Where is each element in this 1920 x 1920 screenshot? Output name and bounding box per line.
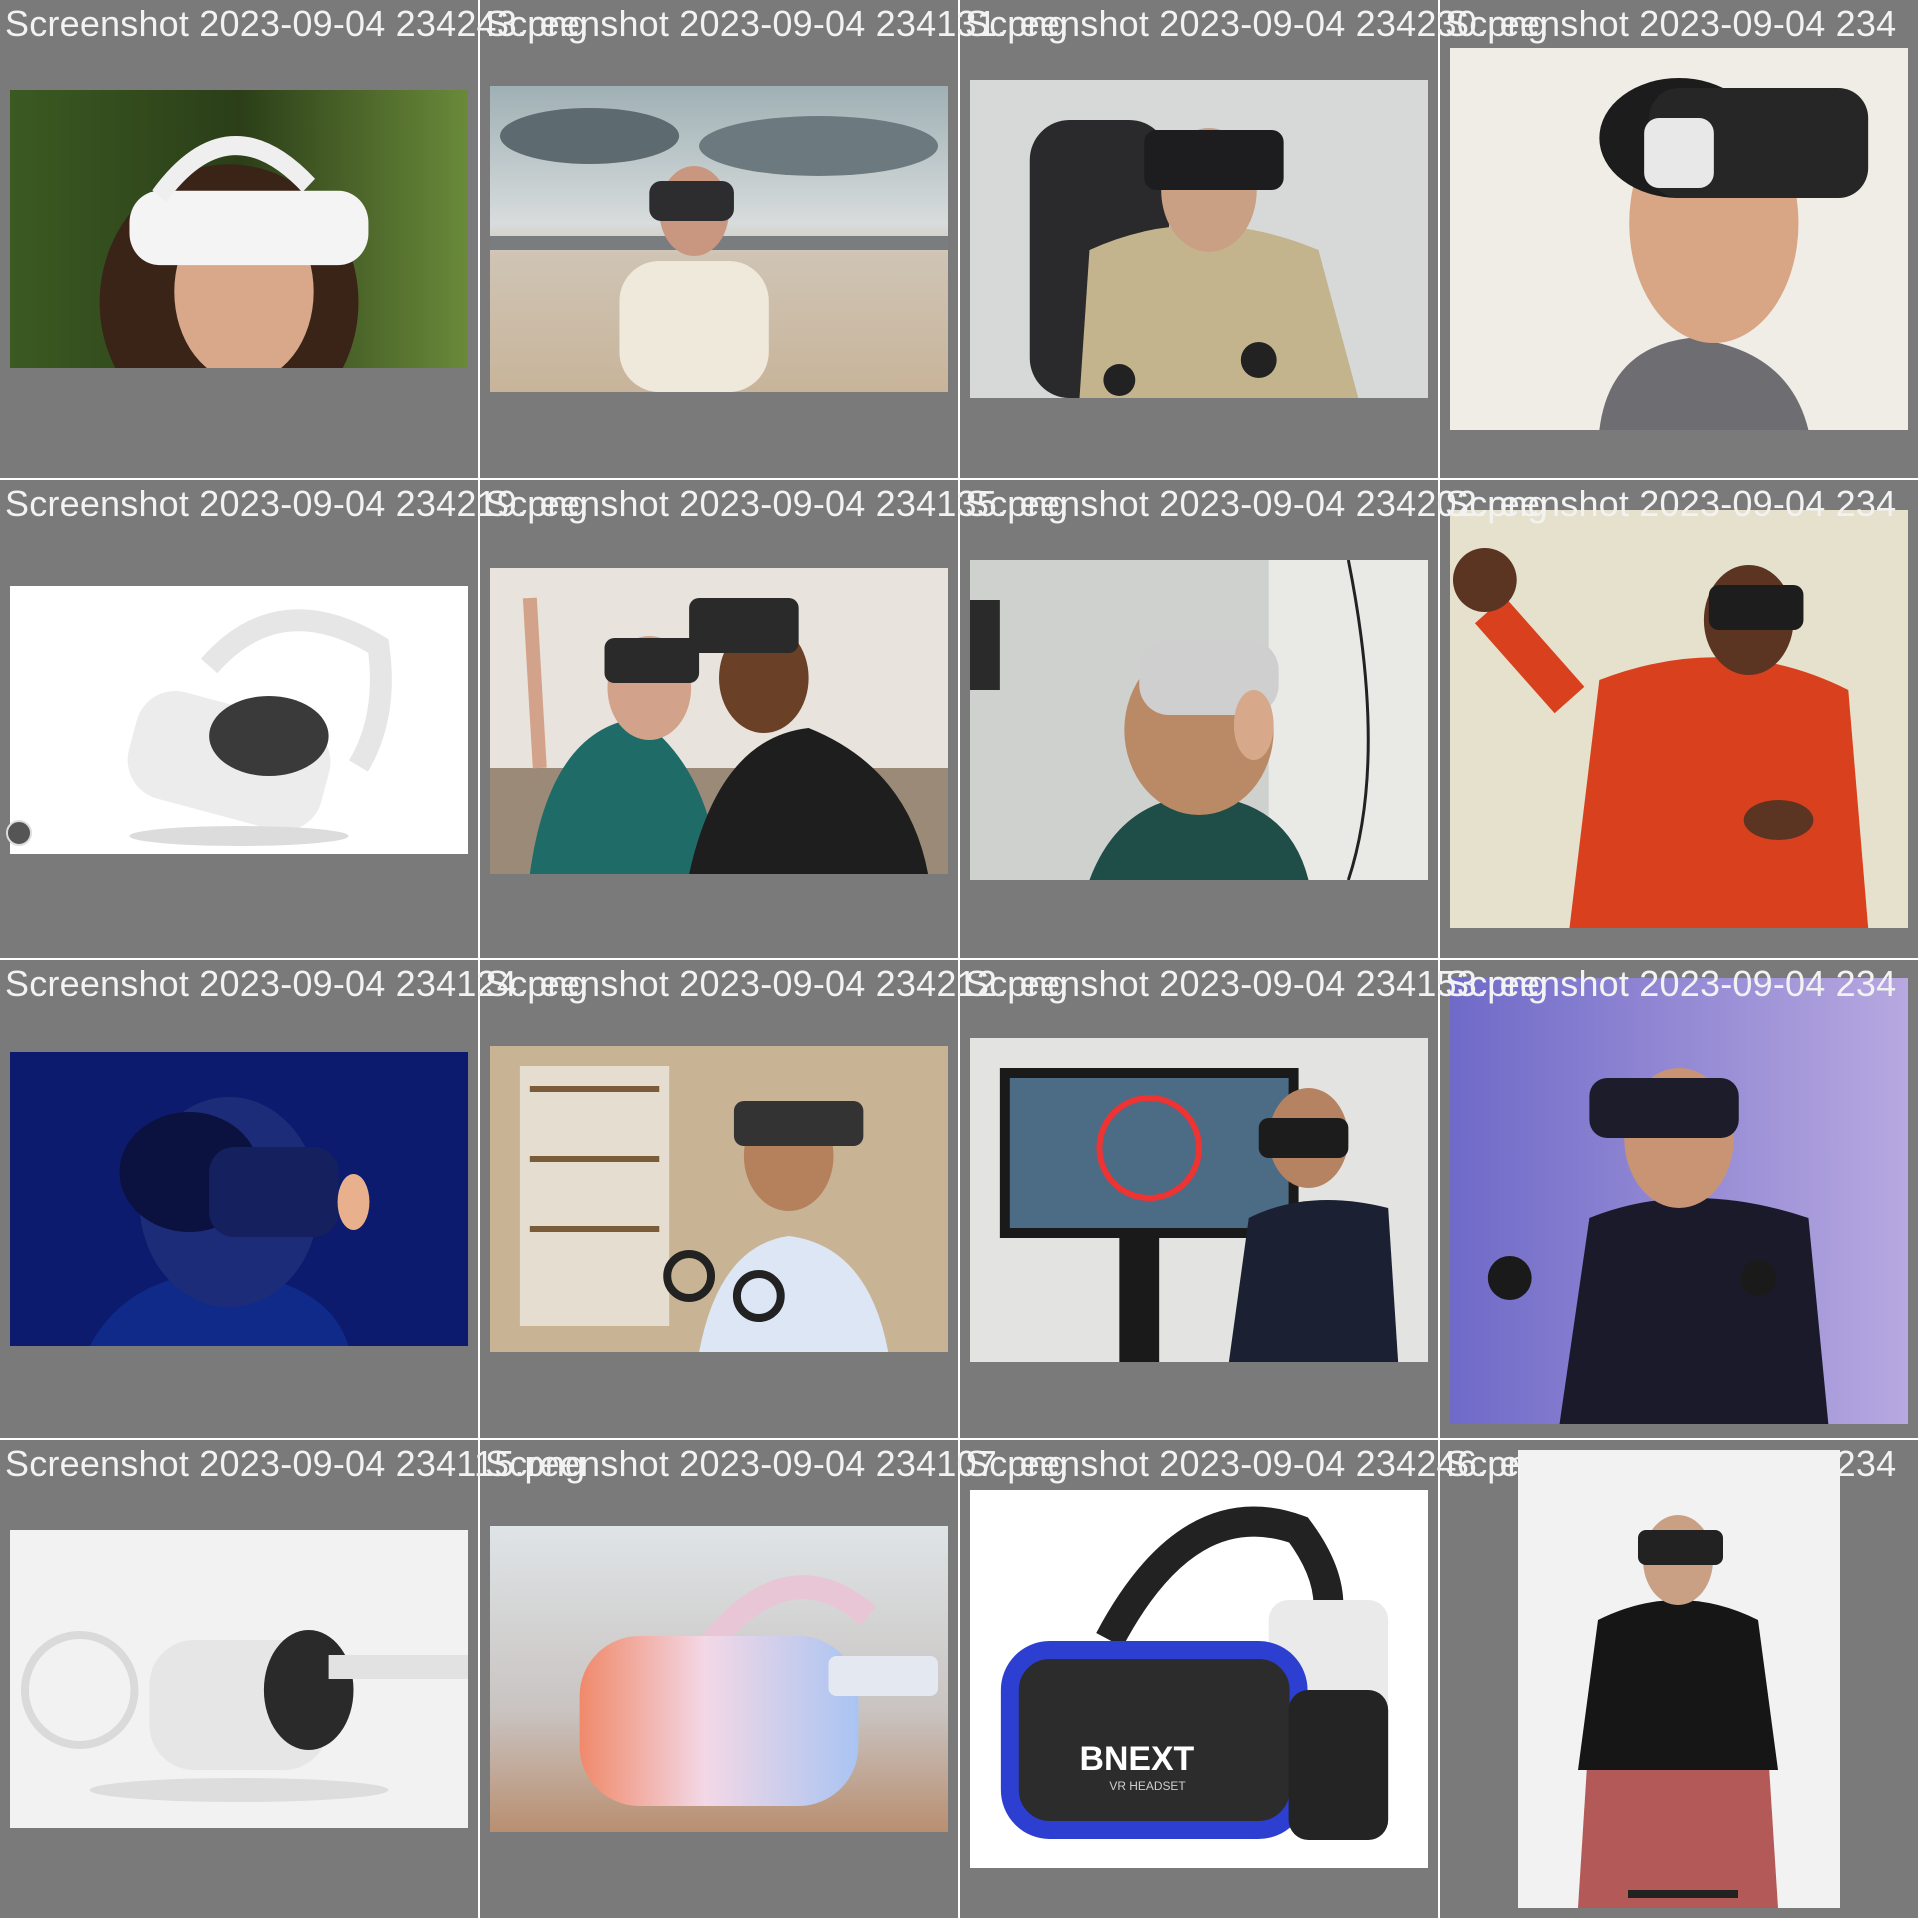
product-sub-text: VR HEADSET xyxy=(1109,1779,1186,1793)
thumbnail-tile[interactable]: Screenshot 2023-09-04 234131.png xyxy=(480,0,1068,478)
thumbnail-tile[interactable]: Screenshot 2023-09-04 234243.png xyxy=(0,0,588,478)
product-brand-text: BNEXT xyxy=(1080,1740,1195,1778)
thumbnail-tile[interactable]: Screenshot 2023-09-04 234 xyxy=(1440,0,1918,478)
woman-white-vr-headset-image[interactable] xyxy=(10,90,468,368)
thumbnail-tile[interactable]: Screenshot 2023-09-04 234115.png xyxy=(0,1440,585,1918)
thumbnail-tile[interactable]: Screenshot 2023-09-04 234212.png xyxy=(480,960,1068,1438)
man-oculus-rift-chair-image[interactable] xyxy=(970,80,1428,398)
thumbnail-tile[interactable]: Screenshot 2023-09-04 234202.png xyxy=(960,480,1548,958)
quest-headset-controllers-image[interactable] xyxy=(10,1530,468,1828)
man-seated-vr-headset-image[interactable] xyxy=(1518,1450,1840,1908)
woman-oculus-go-headset-image[interactable] xyxy=(970,560,1428,880)
thumbnail-tile[interactable]: Screenshot 2023-09-04 234 xyxy=(1440,1440,1918,1918)
man-gear-vr-headset-image[interactable] xyxy=(1450,48,1908,430)
thumbnail-tile[interactable]: Screenshot 2023-09-04 234230.png xyxy=(960,0,1548,478)
girl-library-mixed-reality-image[interactable] xyxy=(490,1046,948,1352)
thumbnail-grid: Screenshot 2023-09-04 234243.png Screens… xyxy=(0,0,1920,1920)
scroll-indicator-icon[interactable] xyxy=(6,820,32,846)
thumbnail-filename: Screenshot 2023-09-04 234 xyxy=(1445,963,1897,1004)
thumbnail-filename: Screenshot 2023-09-04 234 xyxy=(1445,3,1897,44)
thumbnail-tile[interactable]: Screenshot 2023-09-04 234 xyxy=(1440,480,1918,958)
gradient-quest-headset-image[interactable] xyxy=(490,1526,948,1832)
thumbnail-tile[interactable]: Screenshot 2023-09-04 234219.png xyxy=(0,480,588,958)
thumbnail-tile[interactable]: Screenshot 2023-09-04 234153.png xyxy=(960,960,1548,1438)
thumbnail-tile[interactable]: Screenshot 2023-09-04 234124.png xyxy=(0,960,588,1438)
man-purple-vr-controllers-image[interactable] xyxy=(1450,978,1908,1424)
bnext-vr-headset-product-image[interactable]: BNEXT VR HEADSET xyxy=(970,1490,1428,1868)
man-blue-lit-vr-headset-image[interactable] xyxy=(10,1052,468,1346)
man-red-hoodie-vr-image[interactable] xyxy=(1450,510,1908,928)
man-vr-screen-demo-image[interactable] xyxy=(970,1038,1428,1362)
thumbnail-tile[interactable]: Screenshot 2023-09-04 234246.png BNEXT V… xyxy=(960,1440,1548,1918)
thumbnail-filename: Screenshot 2023-09-04 234 xyxy=(1445,1443,1897,1484)
girl-fpv-goggles-desert-image[interactable] xyxy=(490,86,948,392)
thumbnail-tile[interactable]: Screenshot 2023-09-04 234 xyxy=(1440,960,1918,1438)
two-women-vr-headsets-image[interactable] xyxy=(490,568,948,874)
white-quest-headset-product-image[interactable] xyxy=(10,586,468,854)
thumbnail-tile[interactable]: Screenshot 2023-09-04 234135.png xyxy=(480,480,1068,958)
thumbnail-tile[interactable]: Screenshot 2023-09-04 234107.png xyxy=(480,1440,1068,1918)
thumbnail-filename: Screenshot 2023-09-04 234 xyxy=(1445,483,1897,524)
